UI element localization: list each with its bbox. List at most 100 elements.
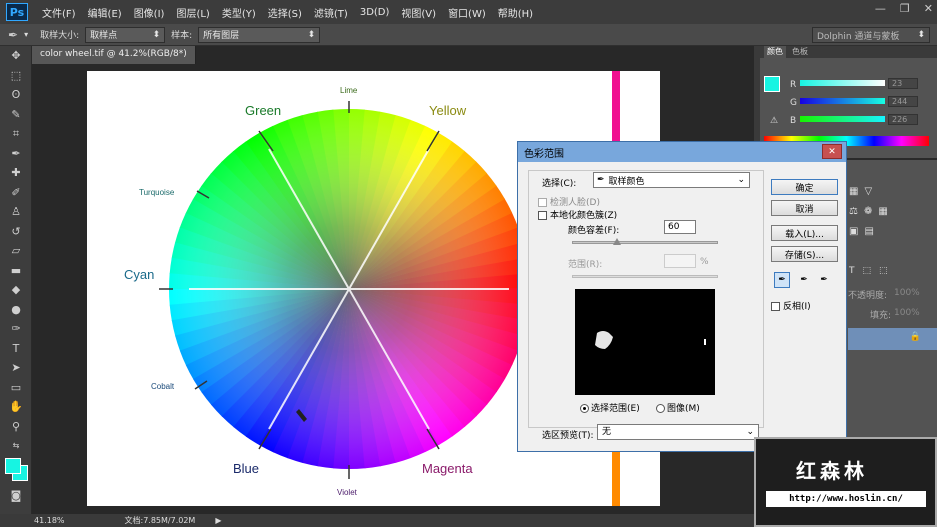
ok-button[interactable]: 确定 [771,179,838,195]
channel-mixer-icon[interactable]: ❁ [864,206,872,217]
foreground-color-swatch[interactable] [764,76,780,92]
zoom-level[interactable]: 41.18% [34,516,65,525]
smart-filter-icon[interactable]: ⬚ [879,266,888,276]
foreground-color-swatch[interactable] [5,457,21,474]
fuzziness-slider[interactable] [572,238,718,245]
quick-mask-icon[interactable]: ◙ [0,486,32,506]
menu-help[interactable]: 帮助(H) [492,5,539,20]
dialog-title: 色彩范围 [524,148,564,160]
label-lime: Lime [340,86,358,95]
chevron-down-icon: ⌄ [737,175,745,185]
restore-icon[interactable]: ❐ [900,2,910,15]
fuzziness-slider-thumb[interactable] [613,238,621,245]
gradient-map-icon[interactable]: ▤ [864,226,873,237]
b-slider[interactable] [800,116,885,122]
menu-select[interactable]: 选择(S) [262,5,308,20]
r-value[interactable]: 23 [888,78,918,89]
range-slider[interactable] [572,275,718,278]
menu-filter[interactable]: 滤镜(T) [308,5,354,20]
sample-size-select[interactable]: 取样点 ⬍ [85,26,166,43]
lasso-tool-icon[interactable]: ʘ [0,85,32,105]
balance-icon[interactable]: ⚖ [849,206,858,217]
chevron-down-icon: ⌄ [746,427,754,437]
detect-faces-checkbox[interactable]: 检测人脸(D) [538,195,600,208]
blur-tool-icon[interactable]: ◆ [0,280,32,300]
invert-checkbox[interactable]: 反相(I) [771,299,811,312]
eyedropper-tool-icon[interactable]: ✒ [8,28,18,42]
cancel-button[interactable]: 取消 [771,200,838,216]
type-tool-icon[interactable]: T [0,339,32,359]
menu-edit[interactable]: 编辑(E) [82,5,128,20]
menu-window[interactable]: 窗口(W) [442,5,492,20]
quick-select-tool-icon[interactable]: ✎ [0,105,32,125]
add-eyedropper-button[interactable]: ✒ [796,272,812,288]
localized-clusters-checkbox[interactable]: 本地化颜色簇(Z) [538,208,617,221]
select-label: 选择(C): [542,179,577,189]
pen-tool-icon[interactable]: ✑ [0,319,32,339]
layer-row[interactable]: 🔒 [848,328,937,350]
menu-layer[interactable]: 图层(L) [170,5,215,20]
selection-preview[interactable] [575,289,715,395]
radio-image[interactable]: 图像(M) [656,401,700,414]
sample-size-label: 取样大小: [40,31,80,41]
fill-value[interactable]: 100% [894,308,920,318]
crop-tool-icon[interactable]: ⌗ [0,124,32,144]
clone-stamp-tool-icon[interactable]: ♙ [0,202,32,222]
gradient-tool-icon[interactable]: ▬ [0,261,32,281]
eyedropper-tool-icon[interactable]: ✒ [0,144,32,164]
status-bar: 41.18% 文档:7.85M/7.02M ▶ [0,514,754,527]
tool-preset-chevron-icon[interactable]: ▾ [24,30,28,39]
shape-tool-icon[interactable]: ▭ [0,378,32,398]
swap-colors-icon[interactable]: ⇆ [0,436,32,456]
hand-tool-icon[interactable]: ✋ [0,397,32,417]
menu-3d[interactable]: 3D(D) [354,7,396,18]
grid-icon[interactable]: ▦ [878,206,887,217]
threshold-icon[interactable]: ▣ [849,226,858,237]
load-button[interactable]: 载入(L)... [771,225,838,241]
subtract-eyedropper-button[interactable]: ✒ [816,272,832,288]
status-arrow-icon[interactable]: ▶ [215,516,221,525]
minimize-icon[interactable]: — [875,2,886,15]
g-value[interactable]: 244 [888,96,918,107]
color-swatches[interactable] [0,456,32,486]
menu-file[interactable]: 文件(F) [36,5,82,20]
selection-preview-select[interactable]: 无 ⌄ [597,424,759,440]
sample-layers-select[interactable]: 所有图层 ⬍ [198,26,321,43]
select-dropdown[interactable]: ✒ 取样颜色 ⌄ [593,172,750,188]
eyedropper-button[interactable]: ✒ [774,272,790,288]
dialog-titlebar[interactable]: 色彩范围 ✕ [518,142,846,162]
tab-swatches[interactable]: 色板 [792,46,808,58]
move-tool-icon[interactable]: ✥ [0,46,32,66]
path-select-tool-icon[interactable]: ➤ [0,358,32,378]
warning-icon[interactable]: ⚠ [770,116,778,126]
close-icon[interactable]: ✕ [924,2,933,15]
opacity-value[interactable]: 100% [894,288,920,298]
type-filter-icon[interactable]: T [849,266,855,276]
menu-image[interactable]: 图像(I) [128,5,171,20]
b-value[interactable]: 226 [888,114,918,125]
radio-selection[interactable]: 选择范围(E) [580,401,640,414]
dialog-close-button[interactable]: ✕ [822,144,842,159]
g-slider[interactable] [800,98,885,104]
triangle-icon[interactable]: ▽ [864,186,872,197]
marquee-tool-icon[interactable]: ⬚ [0,66,32,86]
workspace-select[interactable]: Dolphin 通道与蒙板 ⬍ [812,27,930,43]
dodge-tool-icon[interactable]: ● [0,300,32,320]
healing-brush-tool-icon[interactable]: ✚ [0,163,32,183]
tab-color[interactable]: 颜色 [764,46,786,58]
menu-view[interactable]: 视图(V) [395,5,442,20]
adjustments-icons: ▦ ▽ [849,186,872,197]
levels-icon[interactable]: ▦ [849,186,858,197]
shape-filter-icon[interactable]: ⬚ [863,266,872,276]
history-brush-tool-icon[interactable]: ↺ [0,222,32,242]
brush-tool-icon[interactable]: ✐ [0,183,32,203]
save-button[interactable]: 存储(S)... [771,246,838,262]
r-slider[interactable] [800,80,885,86]
zoom-tool-icon[interactable]: ⚲ [0,417,32,437]
eraser-tool-icon[interactable]: ▱ [0,241,32,261]
menu-type[interactable]: 类型(Y) [216,5,262,20]
document-tab[interactable]: color wheel.tif @ 41.2%(RGB/8*) [32,46,196,64]
range-input[interactable] [664,254,696,268]
eyedropper-icon: ✒ [597,175,605,185]
fuzziness-input[interactable]: 60 [664,220,696,234]
